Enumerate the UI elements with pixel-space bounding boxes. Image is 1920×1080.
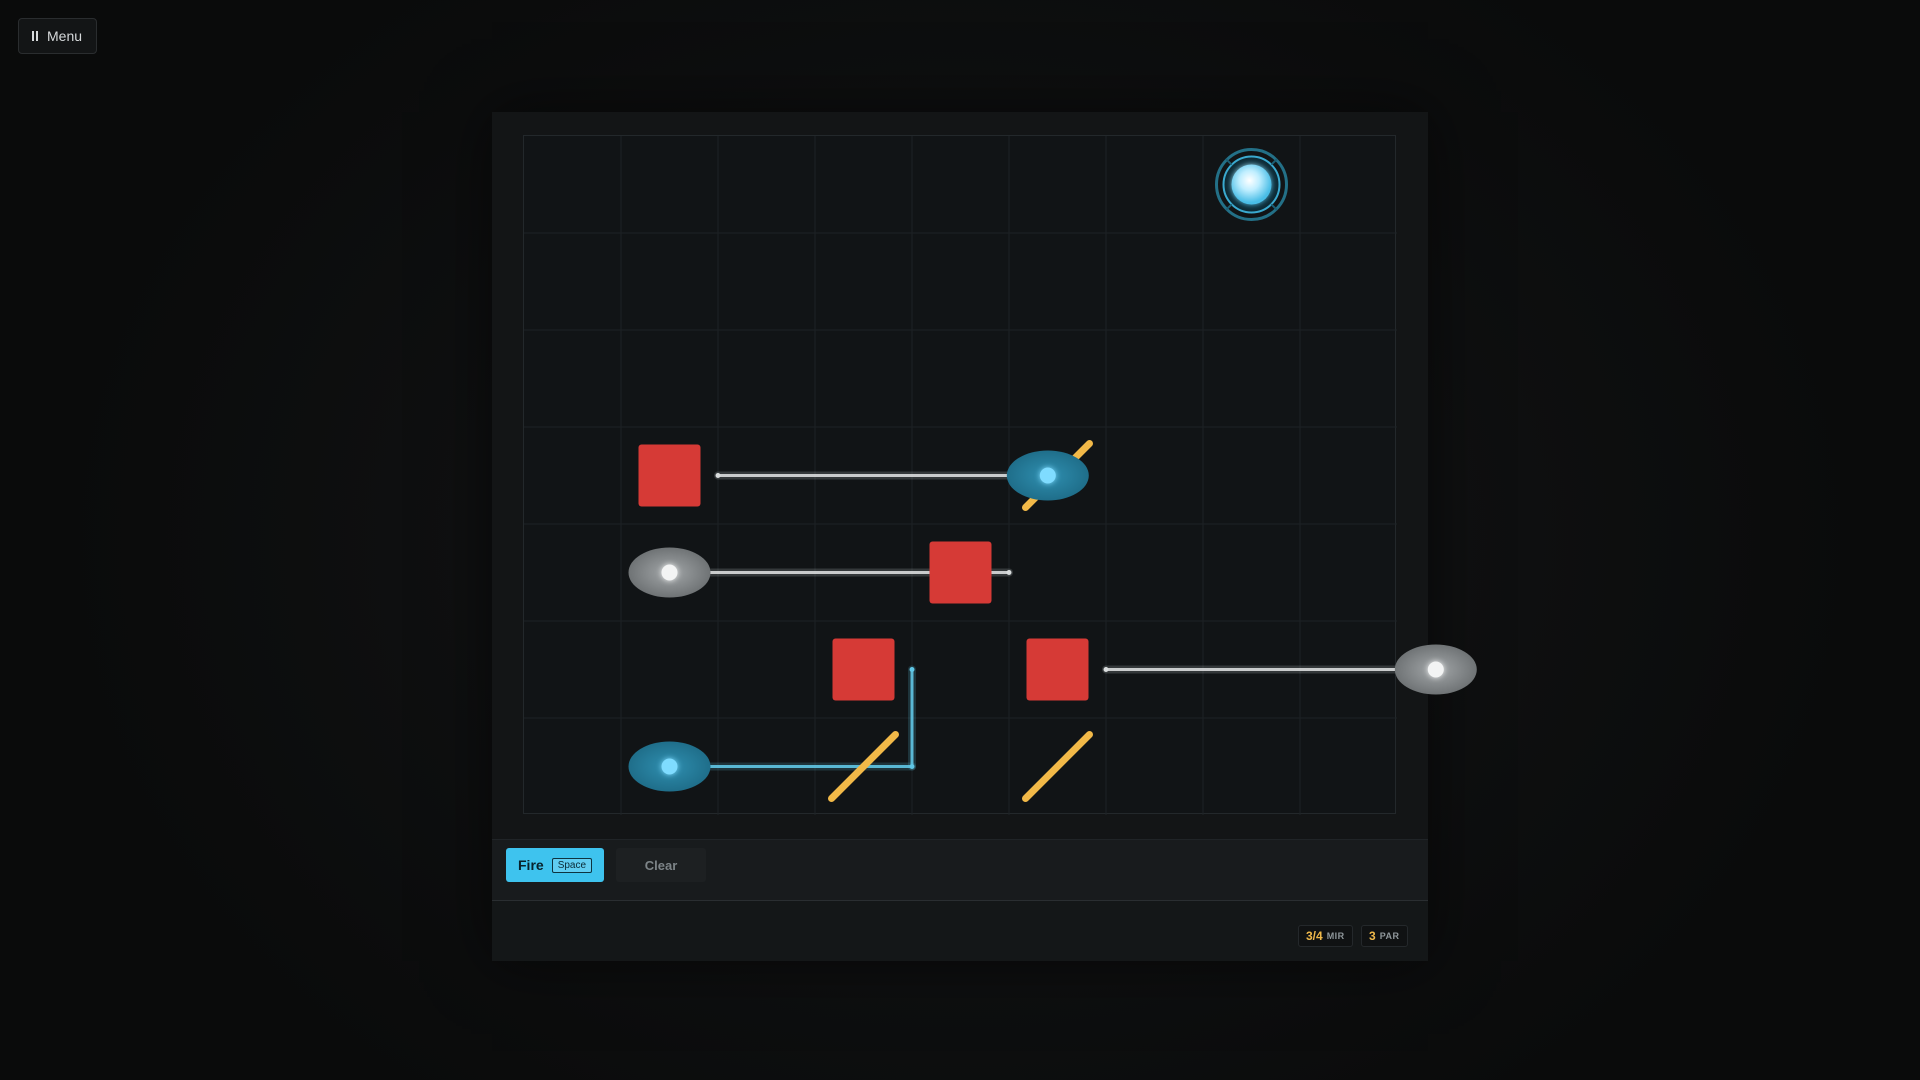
board-canvas[interactable]: [524, 136, 1477, 815]
fire-shortcut-key: Space: [551, 857, 593, 873]
status-footer: 3/4 MIR 3 PAR: [492, 901, 1428, 961]
target-tick: [1225, 203, 1233, 211]
emitter-core-icon: [1039, 467, 1056, 484]
par-value: 3: [1369, 929, 1376, 943]
emitter-core-icon: [661, 564, 678, 581]
block-tile: [832, 638, 895, 701]
menu-button[interactable]: Menu: [18, 18, 98, 54]
mirrors-label: MIR: [1326, 931, 1345, 941]
mirror[interactable]: [1022, 731, 1093, 802]
clear-button[interactable]: Clear: [616, 848, 706, 882]
par-label: PAR: [1379, 931, 1400, 941]
block-tile: [929, 541, 992, 604]
target-tick: [1225, 158, 1233, 166]
par-counter: 3 PAR: [1361, 925, 1408, 947]
fire-button[interactable]: Fire Space: [506, 848, 605, 882]
target-tick: [1270, 158, 1278, 166]
action-toolbar: Fire Space Clear: [492, 839, 1428, 901]
beam-endpoint: [909, 667, 915, 672]
beam-endpoint: [1006, 570, 1012, 575]
target-tick: [1270, 203, 1278, 211]
mirrors-value: 3/4: [1306, 929, 1323, 943]
beam-endpoint: [1103, 667, 1109, 672]
beam-endpoint: [715, 473, 721, 478]
mirrors-counter: 3/4 MIR: [1298, 925, 1353, 947]
game-panel: Fire Space Clear 3/4 MIR 3 PAR: [492, 112, 1477, 961]
emitter-core-icon: [1427, 661, 1444, 678]
board-frame: [492, 112, 1477, 839]
block-tile: [1026, 638, 1089, 701]
beam-endpoint: [909, 764, 915, 769]
pause-icon: [31, 31, 39, 41]
emitter-core-icon: [661, 758, 678, 775]
menu-label: Menu: [47, 28, 83, 44]
block-tile: [638, 444, 701, 507]
puzzle-board[interactable]: [523, 135, 1477, 815]
fire-label: Fire: [518, 857, 544, 873]
target-orb-icon: [1231, 164, 1272, 205]
